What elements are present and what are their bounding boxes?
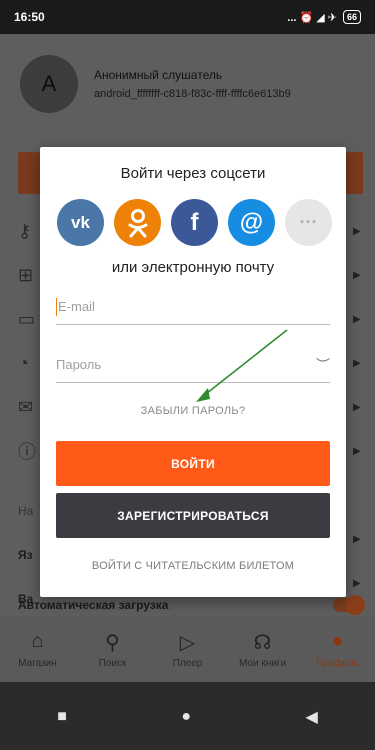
tab-player[interactable]: ▷ Плеер xyxy=(153,630,223,669)
chevron-right-icon: ▶ xyxy=(353,313,361,325)
home-icon[interactable]: ● xyxy=(181,708,191,726)
email-input[interactable] xyxy=(58,299,330,314)
tab-label: Магазин xyxy=(18,657,57,669)
email-section-label: или электронную почту xyxy=(111,259,275,276)
bottom-tab-bar: ⌂ Магазин ⚲ Поиск ▷ Плеер ☊ Мои книги ● … xyxy=(0,616,375,682)
odnoklassniki-icon xyxy=(128,208,147,237)
vk-login-button[interactable]: vk xyxy=(57,199,104,246)
tab-search[interactable]: ⚲ Поиск xyxy=(78,630,148,669)
tab-profile[interactable]: ● Профиль xyxy=(303,630,373,669)
play-icon: ▷ xyxy=(179,631,196,654)
profile-header: A Анонимный слушатель android_ffffffff-c… xyxy=(0,34,375,134)
dialog-title: Войти через соцсети xyxy=(120,165,266,182)
login-dialog: Войти через соцсети vk f @ ··· или элект… xyxy=(40,147,346,597)
social-login-buttons: vk f @ ··· xyxy=(57,199,332,246)
recents-icon[interactable]: ■ xyxy=(57,708,67,726)
mailru-login-button[interactable]: @ xyxy=(228,199,275,246)
avatar: A xyxy=(20,55,78,113)
profile-name: Анонимный слушатель xyxy=(94,68,223,82)
search-icon: ⚲ xyxy=(105,631,120,654)
more-socials-button[interactable]: ··· xyxy=(285,199,332,246)
autoload-toggle[interactable] xyxy=(333,595,365,615)
status-icons: ... ⏰ ◢ ✈ 66 xyxy=(287,10,361,24)
store-icon: ⌂ xyxy=(31,629,44,652)
tab-label: Плеер xyxy=(172,657,203,669)
tab-my-books[interactable]: ☊ Мои книги xyxy=(228,630,298,669)
headphones-icon: ☊ xyxy=(253,631,272,654)
email-field xyxy=(56,289,330,325)
status-bar: 16:50 ... ⏰ ◢ ✈ 66 xyxy=(0,0,375,34)
tab-label: Мои книги xyxy=(238,657,287,669)
chevron-right-icon: ▶ xyxy=(353,445,361,457)
login-button[interactable]: ВОЙТИ xyxy=(56,441,330,486)
tab-label: Профиль xyxy=(315,657,360,669)
password-input[interactable] xyxy=(56,357,310,372)
facebook-login-button[interactable]: f xyxy=(171,199,218,246)
chevron-right-icon: ▶ xyxy=(353,269,361,281)
tab-store[interactable]: ⌂ Магазин xyxy=(3,630,73,669)
back-icon[interactable]: ◀ xyxy=(305,707,317,727)
autoload-label: Автоматическая загрузка xyxy=(18,598,169,612)
text-cursor xyxy=(56,297,57,316)
chevron-right-icon: ▶ xyxy=(353,357,361,369)
notification-icons: ... ⏰ ◢ ✈ xyxy=(287,11,337,24)
profile-icon: ● xyxy=(331,629,344,652)
forgot-password-link[interactable]: ЗАБЫЛИ ПАРОЛЬ? xyxy=(40,405,346,417)
battery-icon: 66 xyxy=(342,10,361,24)
tab-label: Поиск xyxy=(98,657,127,669)
ok-login-button[interactable] xyxy=(114,199,161,246)
toggle-knob xyxy=(345,595,365,615)
chevron-right-icon: ▶ xyxy=(353,225,361,237)
status-time: 16:50 xyxy=(14,10,45,24)
show-password-icon[interactable]: ︶ xyxy=(310,355,330,375)
profile-id: android_ffffffff-c818-f83c-ffff-ffffc6e6… xyxy=(94,88,291,100)
reader-ticket-link[interactable]: ВОЙТИ С ЧИТАТЕЛЬСКИМ БИЛЕТОМ xyxy=(40,560,346,572)
register-button[interactable]: ЗАРЕГИСТРИРОВАТЬСЯ xyxy=(56,493,330,538)
password-field: ︶ xyxy=(56,347,330,383)
chevron-right-icon: ▶ xyxy=(353,401,361,413)
system-nav-bar: ■ ● ◀ xyxy=(0,684,375,750)
